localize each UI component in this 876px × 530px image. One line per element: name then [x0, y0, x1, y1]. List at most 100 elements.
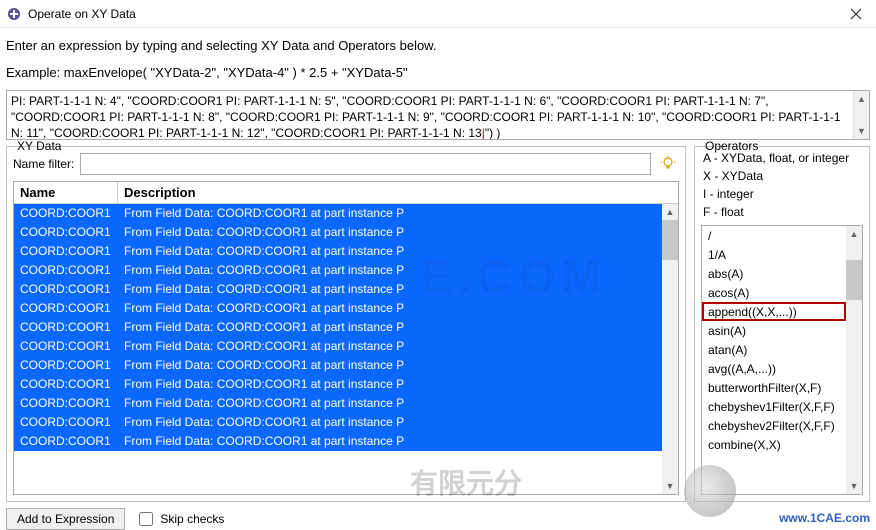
row-name: COORD:COOR1 — [14, 280, 118, 299]
operators-panel: Operators A - XYData, float, or integer … — [694, 146, 870, 502]
column-desc-header[interactable]: Description — [118, 182, 678, 203]
row-desc: From Field Data: COORD:COOR1 at part ins… — [118, 337, 662, 356]
intro-example: Example: maxEnvelope( "XYData-2", "XYDat… — [6, 63, 870, 84]
table-row[interactable]: COORD:COOR1From Field Data: COORD:COOR1 … — [14, 432, 662, 451]
table-row[interactable]: COORD:COOR1From Field Data: COORD:COOR1 … — [14, 299, 662, 318]
filter-hint-button[interactable] — [657, 153, 679, 175]
row-name: COORD:COOR1 — [14, 242, 118, 261]
row-name: COORD:COOR1 — [14, 204, 118, 223]
expression-text-line3b: ") ) — [485, 126, 501, 140]
panels: XY Data Name filter: Name — [0, 146, 876, 502]
row-name: COORD:COOR1 — [14, 356, 118, 375]
name-filter-label: Name filter: — [13, 157, 74, 171]
row-desc: From Field Data: COORD:COOR1 at part ins… — [118, 394, 662, 413]
operator-item[interactable]: append((X,X,...)) — [702, 302, 846, 321]
table-row[interactable]: COORD:COOR1From Field Data: COORD:COOR1 … — [14, 337, 662, 356]
table-row[interactable]: COORD:COOR1From Field Data: COORD:COOR1 … — [14, 261, 662, 280]
row-name: COORD:COOR1 — [14, 394, 118, 413]
expression-wrap: PI: PART-1-1-1 N: 4", "COORD:COOR1 PI: P… — [6, 90, 870, 140]
row-desc: From Field Data: COORD:COOR1 at part ins… — [118, 299, 662, 318]
name-filter-input[interactable] — [80, 153, 651, 175]
app-icon — [6, 6, 22, 22]
skip-checks-input[interactable] — [139, 512, 153, 526]
operator-type-x: X - XYData — [703, 169, 861, 183]
row-name: COORD:COOR1 — [14, 413, 118, 432]
skip-checks-label: Skip checks — [160, 512, 224, 526]
row-desc: From Field Data: COORD:COOR1 at part ins… — [118, 375, 662, 394]
table-row[interactable]: COORD:COOR1From Field Data: COORD:COOR1 … — [14, 356, 662, 375]
table-row[interactable]: COORD:COOR1From Field Data: COORD:COOR1 … — [14, 223, 662, 242]
row-name: COORD:COOR1 — [14, 432, 118, 451]
row-desc: From Field Data: COORD:COOR1 at part ins… — [118, 356, 662, 375]
scroll-up-icon[interactable]: ▲ — [846, 226, 862, 242]
operator-type-f: F - float — [703, 205, 861, 219]
scroll-thumb[interactable] — [662, 220, 678, 260]
expression-scrollbar[interactable]: ▲ ▼ — [853, 91, 869, 139]
scroll-track[interactable] — [854, 107, 869, 123]
row-name: COORD:COOR1 — [14, 223, 118, 242]
row-desc: From Field Data: COORD:COOR1 at part ins… — [118, 280, 662, 299]
operator-item[interactable]: combine(X,X) — [702, 435, 846, 454]
operator-item[interactable]: acos(A) — [702, 283, 846, 302]
row-desc: From Field Data: COORD:COOR1 at part ins… — [118, 242, 662, 261]
table-row[interactable]: COORD:COOR1From Field Data: COORD:COOR1 … — [14, 413, 662, 432]
expression-text-line2: "COORD:COOR1 PI: PART-1-1-1 N: 8", "COOR… — [11, 110, 775, 124]
table-row[interactable]: COORD:COOR1From Field Data: COORD:COOR1 … — [14, 318, 662, 337]
operator-item[interactable]: avg((A,A,...)) — [702, 359, 846, 378]
xydata-grid: Name Description COORD:COOR1From Field D… — [13, 181, 679, 495]
titlebar: Operate on XY Data — [0, 0, 876, 28]
xydata-panel: XY Data Name filter: Name — [6, 146, 686, 502]
add-to-expression-button[interactable]: Add to Expression — [6, 508, 125, 530]
operator-item[interactable]: 1/A — [702, 245, 846, 264]
operator-item[interactable]: asin(A) — [702, 321, 846, 340]
row-desc: From Field Data: COORD:COOR1 at part ins… — [118, 261, 662, 280]
table-row[interactable]: COORD:COOR1From Field Data: COORD:COOR1 … — [14, 280, 662, 299]
operators-list-wrap: /1/Aabs(A)acos(A)append((X,X,...))asin(A… — [701, 225, 863, 495]
intro-prompt: Enter an expression by typing and select… — [6, 36, 870, 57]
operator-item[interactable]: chebyshev1Filter(X,F,F) — [702, 397, 846, 416]
row-name: COORD:COOR1 — [14, 375, 118, 394]
scroll-up-icon[interactable]: ▲ — [854, 91, 869, 107]
xydata-grid-body: COORD:COOR1From Field Data: COORD:COOR1 … — [14, 204, 678, 494]
operator-item[interactable]: butterworthFilter(X,F) — [702, 378, 846, 397]
xydata-grid-header: Name Description — [14, 182, 678, 204]
row-desc: From Field Data: COORD:COOR1 at part ins… — [118, 204, 662, 223]
scroll-down-icon[interactable]: ▼ — [854, 123, 869, 139]
scroll-track[interactable] — [846, 300, 862, 478]
scroll-track[interactable] — [662, 260, 678, 478]
table-row[interactable]: COORD:COOR1From Field Data: COORD:COOR1 … — [14, 394, 662, 413]
lightbulb-icon — [660, 156, 676, 172]
scroll-down-icon[interactable]: ▼ — [662, 478, 678, 494]
row-desc: From Field Data: COORD:COOR1 at part ins… — [118, 223, 662, 242]
scroll-up-icon[interactable]: ▲ — [662, 204, 678, 220]
table-row[interactable]: COORD:COOR1From Field Data: COORD:COOR1 … — [14, 204, 662, 223]
window-title: Operate on XY Data — [28, 7, 836, 21]
table-row[interactable]: COORD:COOR1From Field Data: COORD:COOR1 … — [14, 242, 662, 261]
watermark-url: www.1CAE.com — [779, 511, 870, 525]
operator-item[interactable]: abs(A) — [702, 264, 846, 283]
row-name: COORD:COOR1 — [14, 299, 118, 318]
column-name-header[interactable]: Name — [14, 182, 118, 203]
table-row[interactable]: COORD:COOR1From Field Data: COORD:COOR1 … — [14, 375, 662, 394]
bottom-row: Add to Expression Skip checks — [0, 502, 876, 530]
close-icon — [850, 8, 862, 20]
operator-item[interactable]: chebyshev2Filter(X,F,F) — [702, 416, 846, 435]
scroll-down-icon[interactable]: ▼ — [846, 478, 862, 494]
row-name: COORD:COOR1 — [14, 261, 118, 280]
row-desc: From Field Data: COORD:COOR1 at part ins… — [118, 318, 662, 337]
xydata-scrollbar[interactable]: ▲ ▼ — [662, 204, 678, 494]
skip-checks-checkbox[interactable]: Skip checks — [135, 509, 224, 529]
expression-input[interactable]: PI: PART-1-1-1 N: 4", "COORD:COOR1 PI: P… — [6, 90, 870, 140]
operator-item[interactable]: / — [702, 226, 846, 245]
operators-scrollbar[interactable]: ▲ ▼ — [846, 226, 862, 494]
scroll-thumb[interactable] — [846, 260, 862, 300]
row-name: COORD:COOR1 — [14, 337, 118, 356]
xydata-inner: Name filter: Name Description — [7, 147, 685, 501]
operator-types: A - XYData, float, or integer X - XYData… — [701, 147, 863, 225]
window-close-button[interactable] — [836, 0, 876, 28]
row-name: COORD:COOR1 — [14, 318, 118, 337]
intro-section: Enter an expression by typing and select… — [0, 28, 876, 84]
expression-text-line1: PI: PART-1-1-1 N: 4", "COORD:COOR1 PI: P… — [11, 94, 769, 108]
row-desc: From Field Data: COORD:COOR1 at part ins… — [118, 432, 662, 451]
operator-item[interactable]: atan(A) — [702, 340, 846, 359]
